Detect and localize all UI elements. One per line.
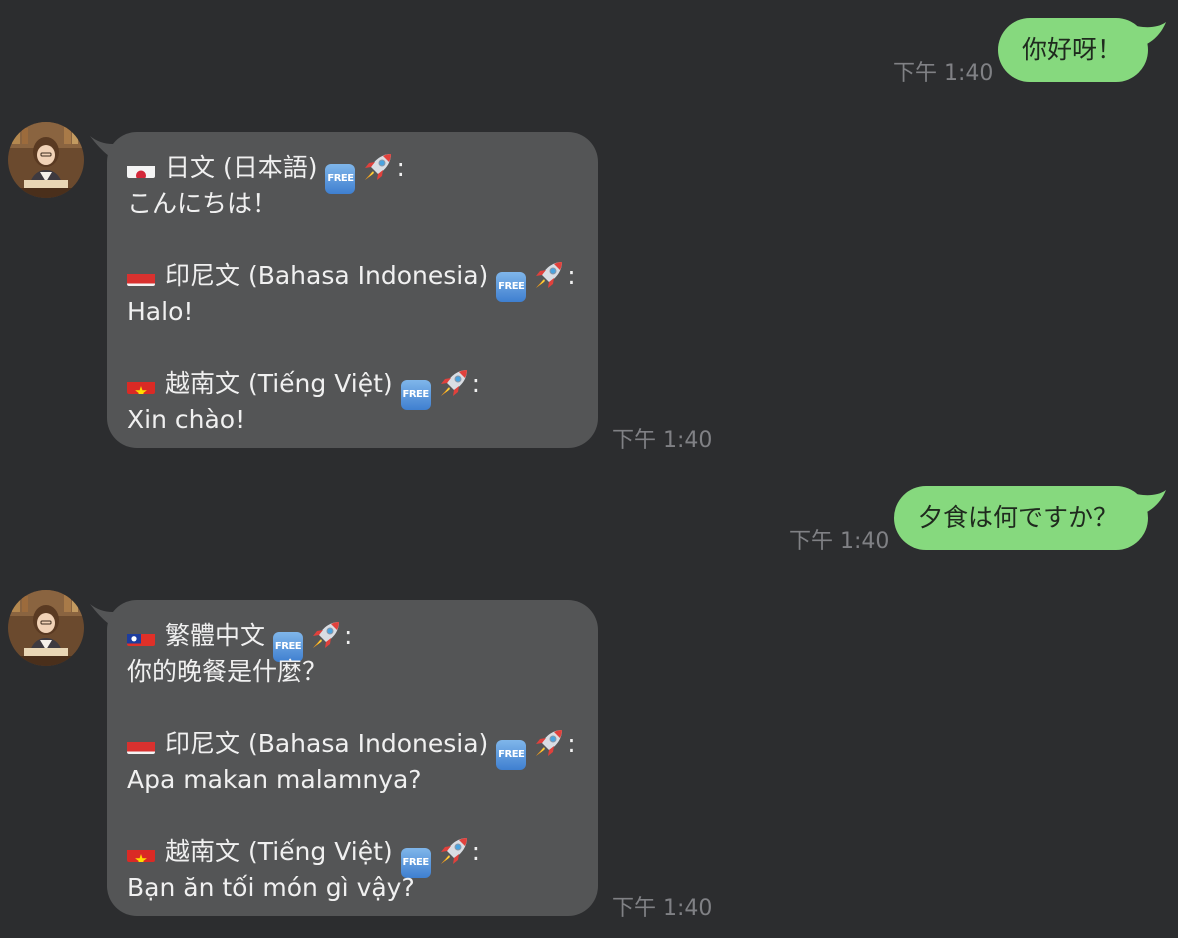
colon-separator: : xyxy=(471,369,481,398)
free-badge-icon: FREE xyxy=(496,740,527,770)
translation-header: 繁體中文 FREE: xyxy=(127,618,578,662)
colon-separator: : xyxy=(567,261,576,290)
indonesia-flag-icon xyxy=(127,267,155,286)
language-label: 越南文 (Tiếng Việt) xyxy=(165,837,393,866)
rocket-icon xyxy=(532,258,566,292)
outgoing-message-bubble[interactable]: 夕食は何ですか？ xyxy=(894,486,1148,550)
outgoing-message-bubble[interactable]: 你好呀！ xyxy=(998,18,1148,82)
rocket-icon xyxy=(309,618,343,652)
colon-separator: : xyxy=(567,729,576,758)
colon-separator: : xyxy=(344,621,353,650)
translation-block: 越南文 (Tiếng Việt) FREE: Bạn ăn tối món gì … xyxy=(127,834,578,906)
translation-header: 印尼文 (Bahasa Indonesia) FREE: xyxy=(127,726,578,770)
translation-block: 繁體中文 FREE: 你的晚餐是什麼？ xyxy=(127,618,578,690)
language-label: 繁體中文 xyxy=(165,621,266,650)
incoming-message-bubble[interactable]: 繁體中文 FREE: 你的晚餐是什麼？ 印尼文 (Bahasa Indonesia… xyxy=(107,600,598,916)
language-label: 越南文 (Tiếng Việt) xyxy=(165,369,393,398)
translated-text: Xin chào! xyxy=(127,405,246,434)
japan-flag-icon xyxy=(127,159,155,178)
language-label: 印尼文 (Bahasa Indonesia) xyxy=(165,261,489,290)
rocket-icon xyxy=(437,366,471,400)
translation-header: 印尼文 (Bahasa Indonesia) FREE: xyxy=(127,258,578,302)
vietnam-flag-icon xyxy=(127,375,155,394)
translated-text: 你的晚餐是什麼？ xyxy=(127,657,328,686)
indonesia-flag-icon xyxy=(127,735,155,754)
colon-separator: : xyxy=(396,153,405,182)
free-badge-icon: FREE xyxy=(400,380,431,410)
bubble-tail xyxy=(1136,22,1166,46)
incoming-message-bubble[interactable]: 日文 (日本語) FREE: こんにちは！ 印尼文 (Bahasa Indones… xyxy=(107,132,598,448)
translation-header: 日文 (日本語) FREE: xyxy=(127,150,578,194)
message-timestamp: 下午 1:40 xyxy=(612,428,713,453)
message-timestamp: 下午 1:40 xyxy=(612,896,713,921)
language-label: 日文 (日本語) xyxy=(165,153,318,182)
translation-block: 印尼文 (Bahasa Indonesia) FREE: Apa makan ma… xyxy=(127,726,578,798)
bot-avatar[interactable] xyxy=(8,122,84,198)
rocket-icon xyxy=(361,150,395,184)
vietnam-flag-icon xyxy=(127,843,155,862)
message-text: 你好呀！ xyxy=(1022,35,1123,64)
translation-block: 越南文 (Tiếng Việt) FREE: Xin chào! xyxy=(127,366,578,438)
rocket-icon xyxy=(532,726,566,760)
bot-avatar[interactable] xyxy=(8,590,84,666)
bubble-tail xyxy=(1136,490,1166,514)
message-text: 夕食は何ですか？ xyxy=(918,503,1119,532)
free-badge-icon: FREE xyxy=(325,164,356,194)
language-label: 印尼文 (Bahasa Indonesia) xyxy=(165,729,489,758)
rocket-icon xyxy=(437,834,471,868)
free-badge-icon: FREE xyxy=(496,272,527,302)
translation-header: 越南文 (Tiếng Việt) FREE: xyxy=(127,366,578,410)
colon-separator: : xyxy=(471,837,481,866)
taiwan-flag-icon xyxy=(127,627,155,646)
message-timestamp: 下午 1:40 xyxy=(893,61,994,86)
translation-header: 越南文 (Tiếng Việt) FREE: xyxy=(127,834,578,878)
translated-text: Bạn ăn tối món gì vậy? xyxy=(127,873,415,902)
message-timestamp: 下午 1:40 xyxy=(789,529,890,554)
translation-block: 日文 (日本語) FREE: こんにちは！ xyxy=(127,150,578,222)
translation-block: 印尼文 (Bahasa Indonesia) FREE: Halo! xyxy=(127,258,578,330)
